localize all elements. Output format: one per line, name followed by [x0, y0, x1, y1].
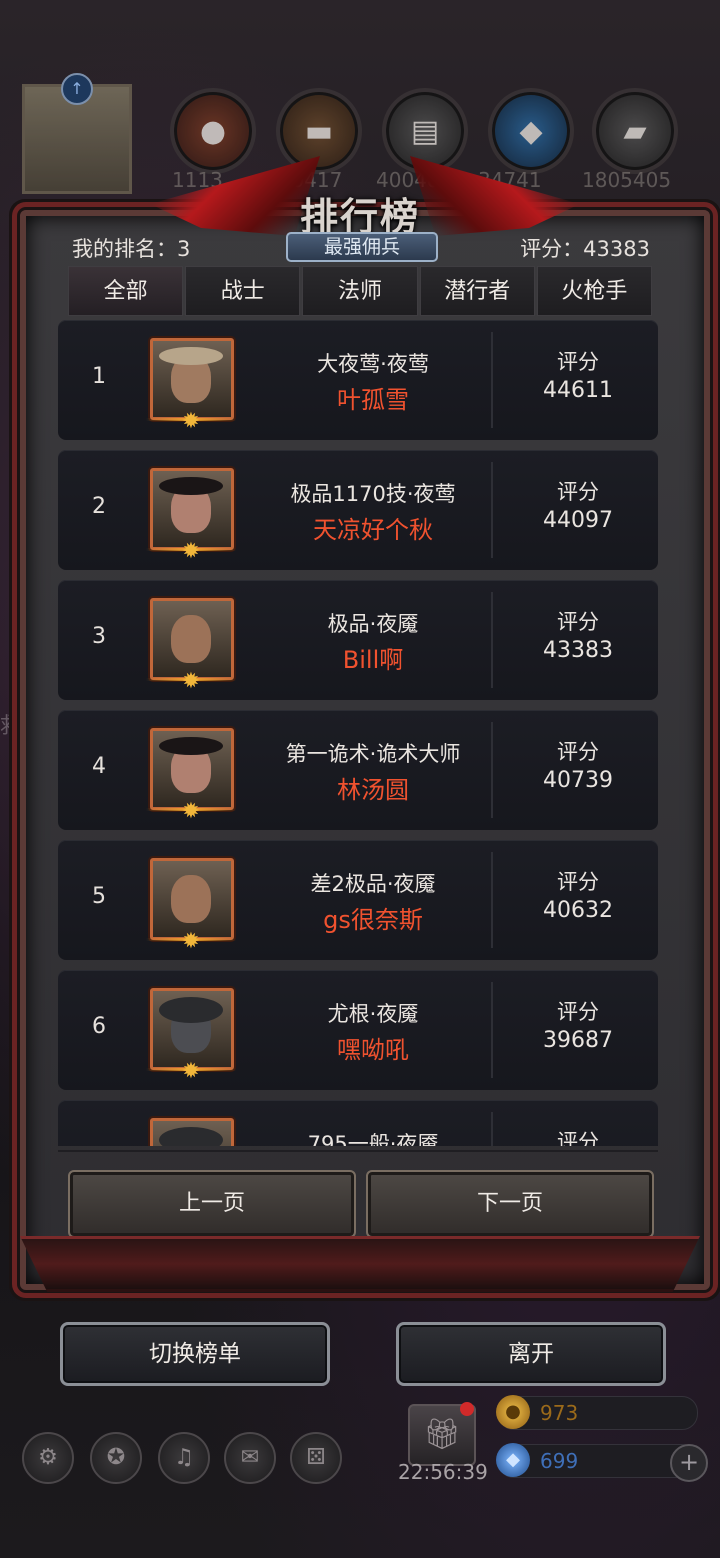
my-rank: 我的排名：3: [72, 237, 191, 261]
tab-warrior[interactable]: 战士: [185, 266, 301, 316]
rank-number: 5: [92, 884, 106, 909]
hero-title: 大夜莺·夜莺: [317, 352, 429, 376]
tab-mage[interactable]: 法师: [302, 266, 418, 316]
hero-title: 极品1170技·夜莺: [290, 482, 456, 506]
rank-number: 4: [92, 754, 106, 779]
gold-coin-icon: ●: [496, 1395, 530, 1429]
gold-amount: 973: [540, 1401, 579, 1425]
row-divider: [491, 592, 493, 688]
hero-title: 795一般·夜魇: [307, 1132, 439, 1146]
leave-button[interactable]: 离开: [396, 1322, 666, 1386]
player-name: 嘿呦吼: [337, 1036, 409, 1064]
player-name: gs很奈斯: [323, 906, 423, 934]
rank-number: 2: [92, 494, 106, 519]
ranking-row[interactable]: 2 ✹ 极品1170技·夜莺 天凉好个秋 评分 44097: [58, 450, 658, 570]
ranking-row[interactable]: 4 ✹ 第一诡术·诡术大师 林汤圆 评分 40739: [58, 710, 658, 830]
score-value: 39687: [543, 1028, 613, 1053]
rank-number: 6: [92, 1014, 106, 1039]
ranking-row[interactable]: 6 ✹ 尤根·夜魇 嘿呦吼 评分 39687: [58, 970, 658, 1090]
ranking-row[interactable]: 5 ✹ 差2极品·夜魇 gs很奈斯 评分 40632: [58, 840, 658, 960]
add-currency-icon[interactable]: +: [670, 1444, 708, 1482]
row-divider: [491, 852, 493, 948]
gear-slot-crystal-icon[interactable]: ◆: [488, 88, 574, 174]
score-value: 43383: [543, 638, 613, 663]
medal-icon: ✹: [181, 538, 201, 564]
score-label: 评分: [557, 610, 599, 634]
player-name: 天凉好个秋: [313, 516, 433, 544]
score-label: 评分: [557, 870, 599, 894]
hero-title: 第一诡术·诡术大师: [285, 742, 461, 766]
ranking-row[interactable]: 3 ✹ 极品·夜魇 Bill啊 评分 43383: [58, 580, 658, 700]
hero-title: 极品·夜魇: [327, 612, 419, 636]
class-tabs: 全部 战士 法师 潜行者 火枪手: [68, 266, 653, 316]
hero-portrait: [150, 1118, 234, 1146]
row-divider: [491, 462, 493, 558]
score-value: 44611: [543, 378, 613, 403]
player-name: Bill啊: [342, 646, 404, 674]
score-label: 评分: [557, 350, 599, 374]
gear-slot-helmet-icon[interactable]: ●: [170, 88, 256, 174]
dice-icon[interactable]: ⚄: [290, 1432, 342, 1484]
tab-rogue[interactable]: 潜行者: [419, 266, 535, 316]
star-icon[interactable]: ✪: [90, 1432, 142, 1484]
player-name: 林汤圆: [337, 776, 409, 804]
score-label: 评分: [557, 480, 599, 504]
medal-icon: ✹: [181, 928, 201, 954]
hero-title: 尤根·夜魇: [327, 1002, 419, 1026]
medal-icon: ✹: [181, 798, 201, 824]
rank-number: 1: [92, 364, 106, 389]
mail-icon[interactable]: ✉: [224, 1432, 276, 1484]
clock: 22:56:39: [398, 1460, 488, 1484]
score-label: 评分: [557, 1000, 599, 1024]
gear-slot-weapon-icon[interactable]: ▰: [592, 88, 678, 174]
score-value: 44097: [543, 508, 613, 533]
rank-number: 3: [92, 624, 106, 649]
row-divider: [491, 982, 493, 1078]
ranking-category-badge: 最强佣兵: [286, 232, 438, 262]
gear-slot-armor-icon[interactable]: ▬: [276, 88, 362, 174]
switch-ranking-button[interactable]: 切换榜单: [60, 1322, 330, 1386]
ranking-list[interactable]: 1 ✹ 大夜莺·夜莺 叶孤雪 评分 44611 2 ✹ 极品1170技·夜莺 天…: [58, 318, 658, 1146]
background-side-text: 救: [0, 714, 23, 739]
medal-icon: ✹: [181, 668, 201, 694]
rank-number: 7: [92, 1144, 106, 1146]
tab-gunner[interactable]: 火枪手: [536, 266, 653, 316]
row-divider: [491, 332, 493, 428]
row-divider: [491, 1112, 493, 1146]
settings-gear-icon[interactable]: ⚙: [22, 1432, 74, 1484]
prev-page-button[interactable]: 上一页: [68, 1170, 356, 1238]
gem-icon: ◆: [496, 1443, 530, 1477]
score-label: 评分: [557, 1130, 599, 1146]
horn-icon[interactable]: ♫: [158, 1432, 210, 1484]
medal-icon: ✹: [181, 408, 201, 434]
medal-icon: ✹: [181, 1058, 201, 1084]
tab-all[interactable]: 全部: [68, 266, 184, 316]
row-divider: [491, 722, 493, 818]
list-separator: [58, 1150, 658, 1152]
score-value: 40632: [543, 898, 613, 923]
player-name: 叶孤雪: [337, 386, 409, 414]
upgrade-arrow-icon: ↑: [61, 73, 93, 105]
hero-title: 差2极品·夜魇: [310, 872, 436, 896]
score-value: 40739: [543, 768, 613, 793]
player-avatar[interactable]: ↑: [22, 73, 132, 194]
ranking-row[interactable]: 7 795一般·夜魇 评分: [58, 1100, 658, 1146]
notification-dot: [460, 1402, 474, 1416]
score-label: 评分: [557, 740, 599, 764]
next-page-button[interactable]: 下一页: [366, 1170, 654, 1238]
ranking-row[interactable]: 1 ✹ 大夜莺·夜莺 叶孤雪 评分 44611: [58, 320, 658, 440]
panel-frame-bottom: [20, 1236, 700, 1292]
gem-amount: 699: [540, 1449, 579, 1473]
my-score: 评分：43383: [520, 237, 650, 261]
